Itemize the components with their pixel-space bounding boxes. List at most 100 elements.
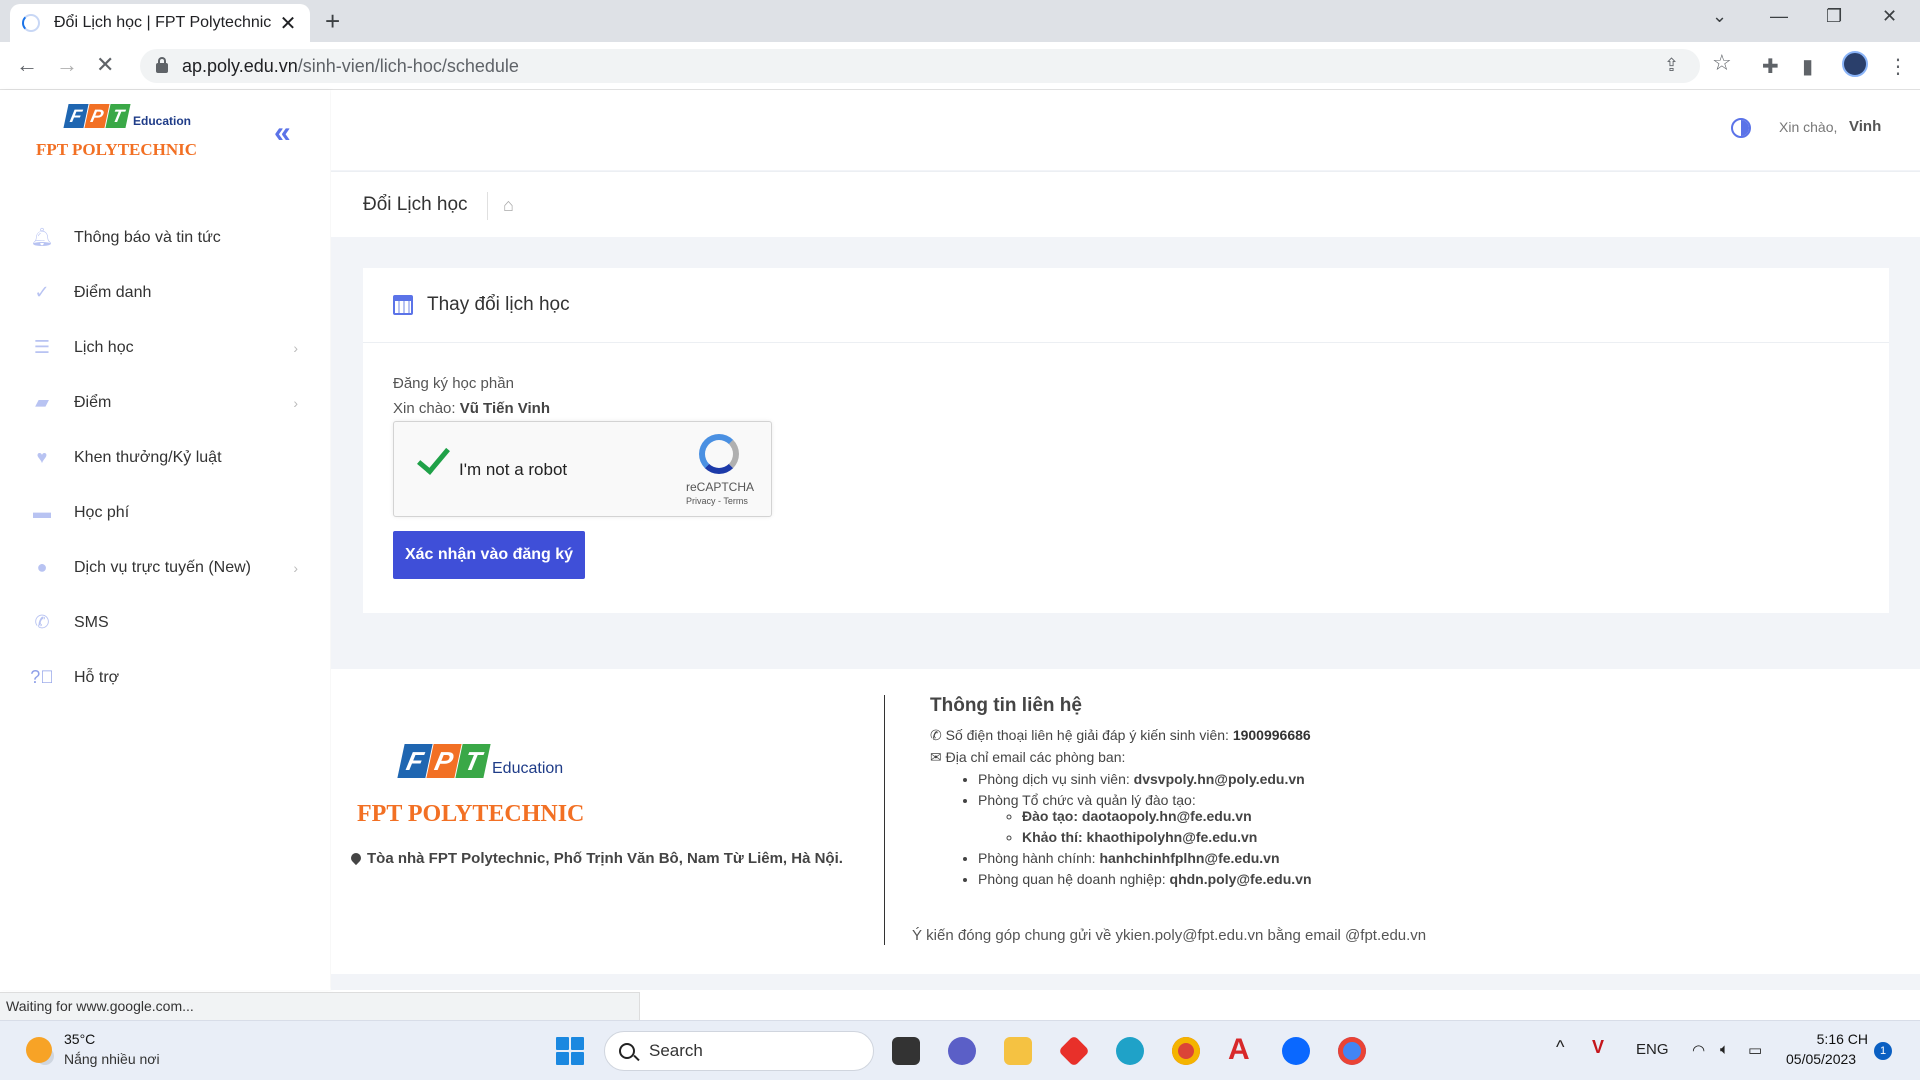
browser-status-bar: Waiting for www.google.com... xyxy=(0,992,640,1020)
chevron-right-icon: › xyxy=(293,394,298,411)
sidebar-item-label: Thông báo và tin tức xyxy=(74,228,221,246)
fpt-education-logo[interactable]: FPT Education xyxy=(63,104,191,128)
minimize-button[interactable]: — xyxy=(1770,6,1788,27)
collapse-sidebar-button[interactable]: « xyxy=(274,116,291,150)
recaptcha-privacy-terms-link[interactable]: Privacy - Terms xyxy=(686,496,748,506)
search-label: Search xyxy=(649,1041,703,1060)
show-hidden-icons-chevron-up-icon[interactable]: ^ xyxy=(1556,1037,1564,1058)
task-view-icon[interactable] xyxy=(892,1037,920,1065)
footer-fpt-logo: FPT Education xyxy=(397,744,564,778)
phone-icon: ✆ xyxy=(930,727,942,743)
list-item: Phòng dịch vụ sinh viên: dvsvpoly.hn@pol… xyxy=(978,771,1830,787)
list-item: Phòng hành chính: hanhchinhfplhn@fe.edu.… xyxy=(978,850,1830,866)
url-path: /sinh-vien/lich-hoc/schedule xyxy=(297,55,519,76)
zalo-icon[interactable] xyxy=(1282,1037,1310,1065)
antivirus-v-icon[interactable]: V xyxy=(1592,1037,1604,1058)
sidebar-item-attendance[interactable]: ✓ Điểm danh xyxy=(0,265,330,320)
footer-logo-education-text: Education xyxy=(492,760,564,777)
stop-loading-button[interactable]: ✕ xyxy=(96,52,114,78)
recaptcha-widget: I'm not a robot reCAPTCHA Privacy - Term… xyxy=(393,421,772,517)
wallet-icon: ▬ xyxy=(33,502,51,522)
restore-button[interactable]: ❐ xyxy=(1826,6,1842,27)
home-icon[interactable]: ⌂ xyxy=(503,195,514,216)
page-header: Đổi Lịch học ⌂ xyxy=(331,171,1920,237)
lock-icon[interactable] xyxy=(156,57,168,73)
back-button[interactable]: ← xyxy=(16,52,38,78)
confirm-register-button[interactable]: Xác nhận vào đăng ký xyxy=(393,531,585,579)
language-indicator[interactable]: ENG xyxy=(1636,1041,1669,1058)
chrome-canary-icon[interactable] xyxy=(1172,1037,1200,1065)
share-icon[interactable]: ⇪ xyxy=(1664,55,1679,76)
tab-close-icon[interactable]: ✕ xyxy=(278,11,298,36)
weather-description[interactable]: Nắng nhiều nơi xyxy=(64,1051,160,1067)
chevron-right-icon: › xyxy=(293,559,298,576)
sidebar-item-label: SMS xyxy=(74,613,109,631)
browser-tabstrip: Đổi Lịch học | FPT Polytechnic ✕ + ⌄ — ❐… xyxy=(0,0,1920,42)
acrobat-icon[interactable]: A xyxy=(1228,1033,1256,1066)
theme-toggle-icon[interactable] xyxy=(1731,118,1751,138)
bell-icon: 🔔︎ xyxy=(30,227,54,247)
weather-sun-icon[interactable] xyxy=(26,1037,52,1063)
volume-icon[interactable]: 🔈︎ xyxy=(1720,1041,1729,1058)
book-icon: ▰ xyxy=(35,392,49,412)
extensions-icon[interactable]: ✚ xyxy=(1762,54,1779,79)
teams-chat-icon[interactable] xyxy=(948,1037,976,1065)
footer-divider xyxy=(884,695,885,945)
contact-email-heading: ✉ Địa chỉ email các phòng ban: xyxy=(930,749,1830,766)
taskbar-search[interactable]: Search xyxy=(604,1031,874,1071)
side-panel-icon[interactable]: ▮ xyxy=(1802,54,1813,79)
sidebar-item-grades[interactable]: ▰ Điểm › xyxy=(0,375,330,430)
tab-search-icon[interactable]: ⌄ xyxy=(1712,6,1727,27)
email-link[interactable]: hanhchinhfplhn@fe.edu.vn xyxy=(1099,850,1279,866)
map-pin-icon xyxy=(348,850,364,866)
email-link[interactable]: dvsvpoly.hn@poly.edu.vn xyxy=(1134,771,1305,787)
card-body: Đăng ký học phần Xin chào: Vũ Tiến Vinh … xyxy=(363,343,1889,611)
app-diamond-icon[interactable] xyxy=(1058,1035,1090,1067)
address-bar[interactable]: ap.poly.edu.vn/sinh-vien/lich-hoc/schedu… xyxy=(140,49,1700,83)
sidebar-item-online-services[interactable]: ● Dịch vụ trực tuyến (New) › xyxy=(0,540,330,595)
page-title: Đổi Lịch học xyxy=(363,194,468,215)
sidebar-item-support[interactable]: ?⃝ Hỗ trợ xyxy=(0,650,330,705)
windows-taskbar: 35°C Nắng nhiều nơi Search A ^ V ENG ◠ 🔈… xyxy=(0,1020,1920,1080)
user-menu[interactable]: Vinh xyxy=(1849,118,1881,135)
sidebar-item-tuition[interactable]: ▬ Học phí xyxy=(0,485,330,540)
sidebar-item-sms[interactable]: ✆ SMS xyxy=(0,595,330,650)
clock-time[interactable]: 5:16 CH xyxy=(1812,1031,1868,1047)
sidebar-item-schedule[interactable]: ☰ Lịch học › xyxy=(0,320,330,375)
chrome-icon[interactable] xyxy=(1338,1037,1366,1065)
feedback-note: Ý kiến đóng góp chung gửi về ykien.poly@… xyxy=(912,927,1427,944)
sidebar: FPT Education FPT POLYTECHNIC « 🔔︎ Thông… xyxy=(0,90,330,990)
forward-button[interactable]: → xyxy=(56,52,78,78)
sidebar-item-label: Dịch vụ trực tuyến (New) xyxy=(74,558,251,576)
browser-tab[interactable]: Đổi Lịch học | FPT Polytechnic ✕ xyxy=(10,4,310,42)
main-content: Xin chào, Vinh Đổi Lịch học ⌂ Thay đổi l… xyxy=(331,90,1920,990)
edge-browser-icon[interactable] xyxy=(1116,1037,1144,1065)
battery-icon[interactable]: ▭ xyxy=(1748,1041,1762,1059)
search-icon xyxy=(619,1043,635,1059)
wifi-icon[interactable]: ◠ xyxy=(1692,1041,1705,1059)
help-icon: ?⃝ xyxy=(30,667,54,687)
globe-icon: ● xyxy=(36,557,48,577)
close-window-button[interactable]: ✕ xyxy=(1882,6,1897,27)
new-tab-button[interactable]: + xyxy=(325,6,340,37)
notification-badge[interactable]: 1 xyxy=(1874,1042,1892,1060)
email-link[interactable]: qhdn.poly@fe.edu.vn xyxy=(1170,871,1312,887)
weather-temperature[interactable]: 35°C xyxy=(64,1031,95,1047)
clock-date[interactable]: 05/05/2023 xyxy=(1786,1051,1856,1067)
start-button[interactable] xyxy=(556,1037,584,1065)
sidebar-item-notifications[interactable]: 🔔︎ Thông báo và tin tức xyxy=(0,210,330,265)
card-header: Thay đổi lịch học xyxy=(363,268,1889,343)
profile-avatar[interactable] xyxy=(1842,51,1868,77)
list-item: Đào tạo: daotaopoly.hn@fe.edu.vn xyxy=(1022,808,1830,824)
contact-info: Thông tin liên hệ ✆ Số điện thoại liên h… xyxy=(930,695,1830,892)
bookmark-star-icon[interactable]: ☆ xyxy=(1712,50,1732,76)
file-explorer-icon[interactable] xyxy=(1004,1037,1032,1065)
browser-menu-icon[interactable]: ⋮ xyxy=(1888,54,1908,79)
card-title: Thay đổi lịch học xyxy=(427,294,570,315)
footer-address: Tòa nhà FPT Polytechnic, Phố Trịnh Văn B… xyxy=(348,850,843,867)
footer: FPT Education FPT POLYTECHNIC Tòa nhà FP… xyxy=(331,669,1920,974)
recaptcha-checkbox[interactable] xyxy=(414,444,448,478)
sidebar-item-rewards[interactable]: ♥ Khen thưởng/Kỷ luật xyxy=(0,430,330,485)
email-label: Địa chỉ email các phòng ban: xyxy=(945,749,1126,765)
url-text: ap.poly.edu.vn/sinh-vien/lich-hoc/schedu… xyxy=(182,56,519,77)
